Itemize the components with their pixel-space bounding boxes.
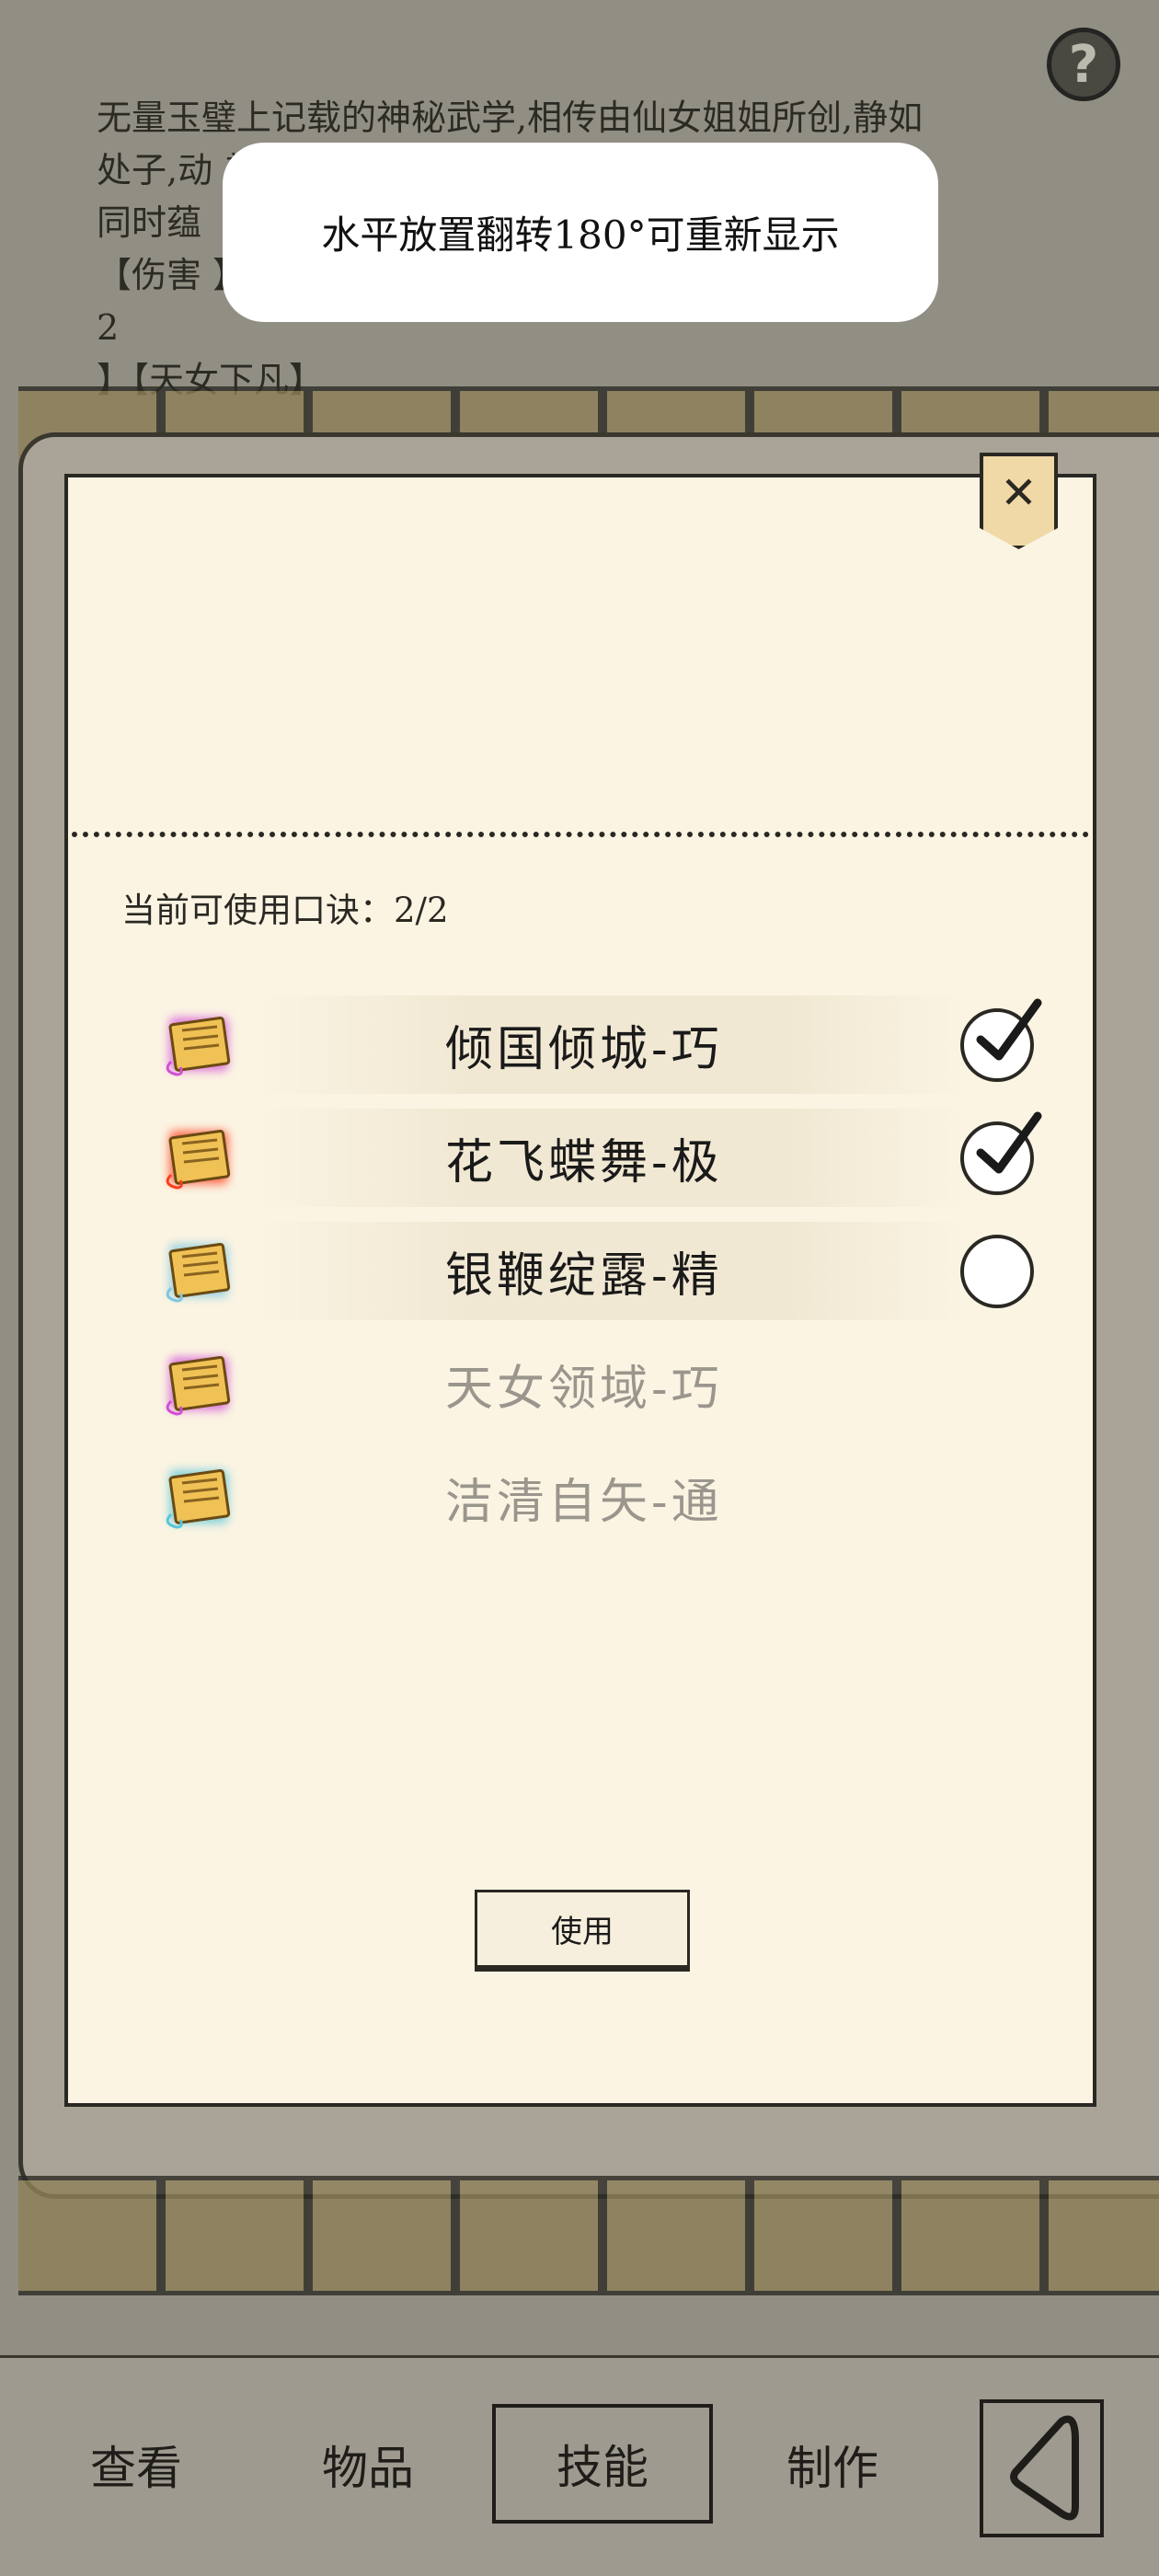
skill-row[interactable]: 天女领域-巧	[68, 1328, 1093, 1441]
scroll-icon-graphic	[166, 1129, 231, 1190]
checkbox[interactable]	[960, 1234, 1034, 1308]
skill-name: 银鞭绽露-精	[445, 1248, 723, 1304]
use-button[interactable]: 使用	[475, 1890, 690, 1968]
checkbox[interactable]	[960, 998, 1042, 1082]
back-button[interactable]	[980, 2399, 1104, 2537]
skill-row[interactable]: 花飞蝶舞-极	[68, 1101, 1093, 1214]
scroll-icon-graphic	[166, 1468, 231, 1529]
nav-item-craft[interactable]: 制作	[786, 2432, 878, 2498]
scroll-icon	[153, 1008, 245, 1082]
checkbox[interactable]	[960, 1111, 1042, 1195]
scroll-icon-graphic	[166, 1242, 231, 1303]
checkmark-icon	[976, 998, 1042, 1060]
skill-select-modal: 当前可使用口诀：2/2 倾国倾城-巧 花飞蝶舞-极 银鞭绽露-精 天女领域-巧 …	[64, 474, 1096, 2107]
skill-list: 倾国倾城-巧 花飞蝶舞-极 银鞭绽露-精 天女领域-巧 洁清自矢-通	[68, 988, 1093, 1554]
bottom-nav: 查看 物品 技能 制作	[0, 2355, 1159, 2576]
skill-name: 天女领域-巧	[445, 1362, 723, 1417]
scroll-icon-graphic	[166, 1016, 231, 1076]
skill-row[interactable]: 倾国倾城-巧	[68, 988, 1093, 1101]
scroll-icon	[153, 1235, 245, 1308]
nav-item-view[interactable]: 查看	[90, 2432, 182, 2498]
nav-item-items[interactable]: 物品	[322, 2432, 414, 2498]
back-arrow-icon	[1010, 2415, 1079, 2521]
skill-name: 倾国倾城-巧	[445, 1022, 723, 1077]
skill-row[interactable]: 银鞭绽露-精	[68, 1214, 1093, 1328]
skill-row[interactable]: 洁清自矢-通	[68, 1441, 1093, 1554]
scroll-icon-graphic	[166, 1355, 231, 1416]
checkmark-icon	[976, 1111, 1042, 1173]
toast-message: 水平放置翻转180°可重新显示	[223, 143, 938, 322]
scroll-icon	[153, 1348, 245, 1421]
skill-name: 花飞蝶舞-极	[445, 1135, 723, 1190]
usable-count-label: 当前可使用口诀：2/2	[121, 891, 449, 930]
nav-item-skills[interactable]: 技能	[492, 2404, 713, 2524]
scroll-icon	[153, 1461, 245, 1535]
skill-name: 洁清自矢-通	[445, 1475, 723, 1530]
divider	[72, 832, 1089, 837]
scroll-icon	[153, 1121, 245, 1195]
